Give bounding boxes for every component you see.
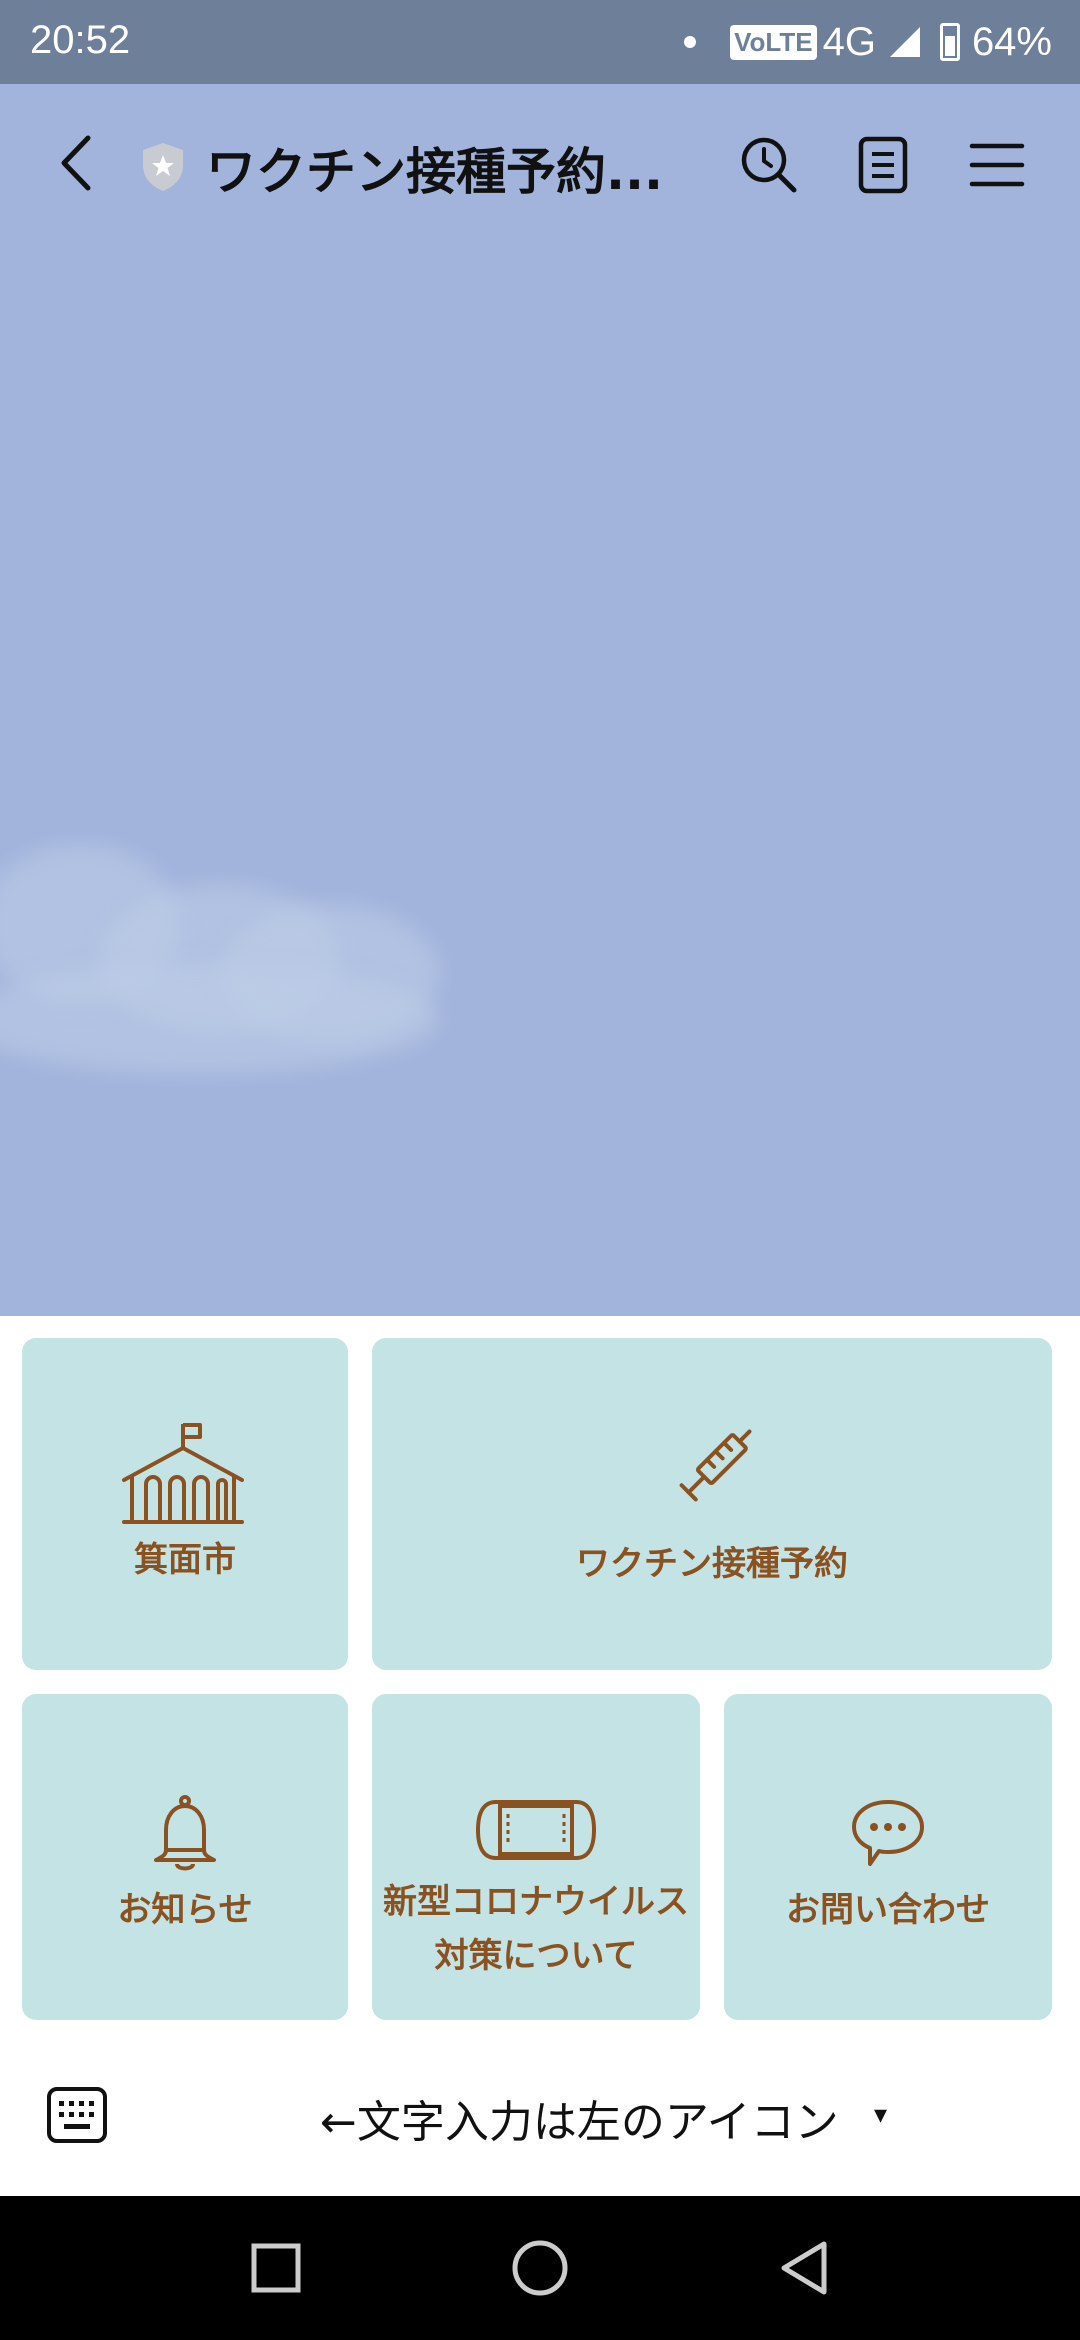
battery-percent: 64% [971,19,1052,64]
chat-header: ワクチン接種予約... [0,84,1080,244]
network-type: 4G [822,19,876,64]
menu-tile-notices-label: お知らせ [117,1890,253,1930]
hamburger-menu-icon[interactable] [966,134,1028,196]
chat-title: ワクチン接種予約... [206,143,663,201]
school-building-icon [122,1423,244,1524]
menu-tile-vaccine[interactable]: ワクチン接種予約 [372,1338,1052,1670]
status-time: 20:52 [30,18,131,62]
cloud-decoration [0,964,440,1074]
home-circle-icon[interactable] [508,2236,572,2300]
recents-square-icon[interactable] [244,2236,308,2300]
notification-dot-icon [684,36,697,48]
caret-down-icon[interactable]: ▾ [874,2100,887,2130]
syringe-icon [679,1429,752,1502]
notes-icon[interactable] [852,134,914,196]
speech-bubble-icon [852,1800,924,1866]
menu-tile-covid-label-line1: 新型コロナウイルス [383,1882,689,1922]
system-nav-bar [0,2196,1080,2340]
rich-menu: 箕面市 ワクチン接種予約 お知らせ 新型コロナウイルス 対策について お問い合わ… [0,1316,1080,2032]
status-bar: 20:52 VoLTE 4G 64% [0,0,1080,84]
menu-tile-city-label: 箕面市 [134,1540,236,1580]
menu-tile-inquiries-label: お問い合わせ [786,1890,990,1930]
mask-icon [475,1800,597,1860]
search-clock-icon[interactable] [738,134,800,196]
menu-tile-inquiries[interactable]: お問い合わせ [724,1694,1052,2020]
bell-icon [154,1795,216,1871]
back-chevron-icon[interactable] [50,128,110,198]
chat-area[interactable] [0,244,1080,1316]
shield-star-icon [143,143,183,191]
rich-menu-toggle-label[interactable]: ←文字入力は左のアイコン [320,2086,839,2150]
back-triangle-icon[interactable] [772,2236,836,2300]
menu-tile-vaccine-label: ワクチン接種予約 [576,1544,848,1584]
input-row: ←文字入力は左のアイコン ▾ [0,2032,1080,2196]
menu-tile-city[interactable]: 箕面市 [22,1338,348,1670]
menu-tile-covid-label-line2: 対策について [434,1936,638,1976]
status-icons: VoLTE 4G 64% [684,16,1052,68]
menu-tile-covid[interactable]: 新型コロナウイルス 対策について [372,1694,700,2020]
battery-icon [939,23,960,61]
keyboard-icon[interactable] [46,2086,108,2144]
volte-badge: VoLTE [730,24,817,60]
signal-icon [889,27,920,57]
menu-tile-notices[interactable]: お知らせ [22,1694,348,2020]
